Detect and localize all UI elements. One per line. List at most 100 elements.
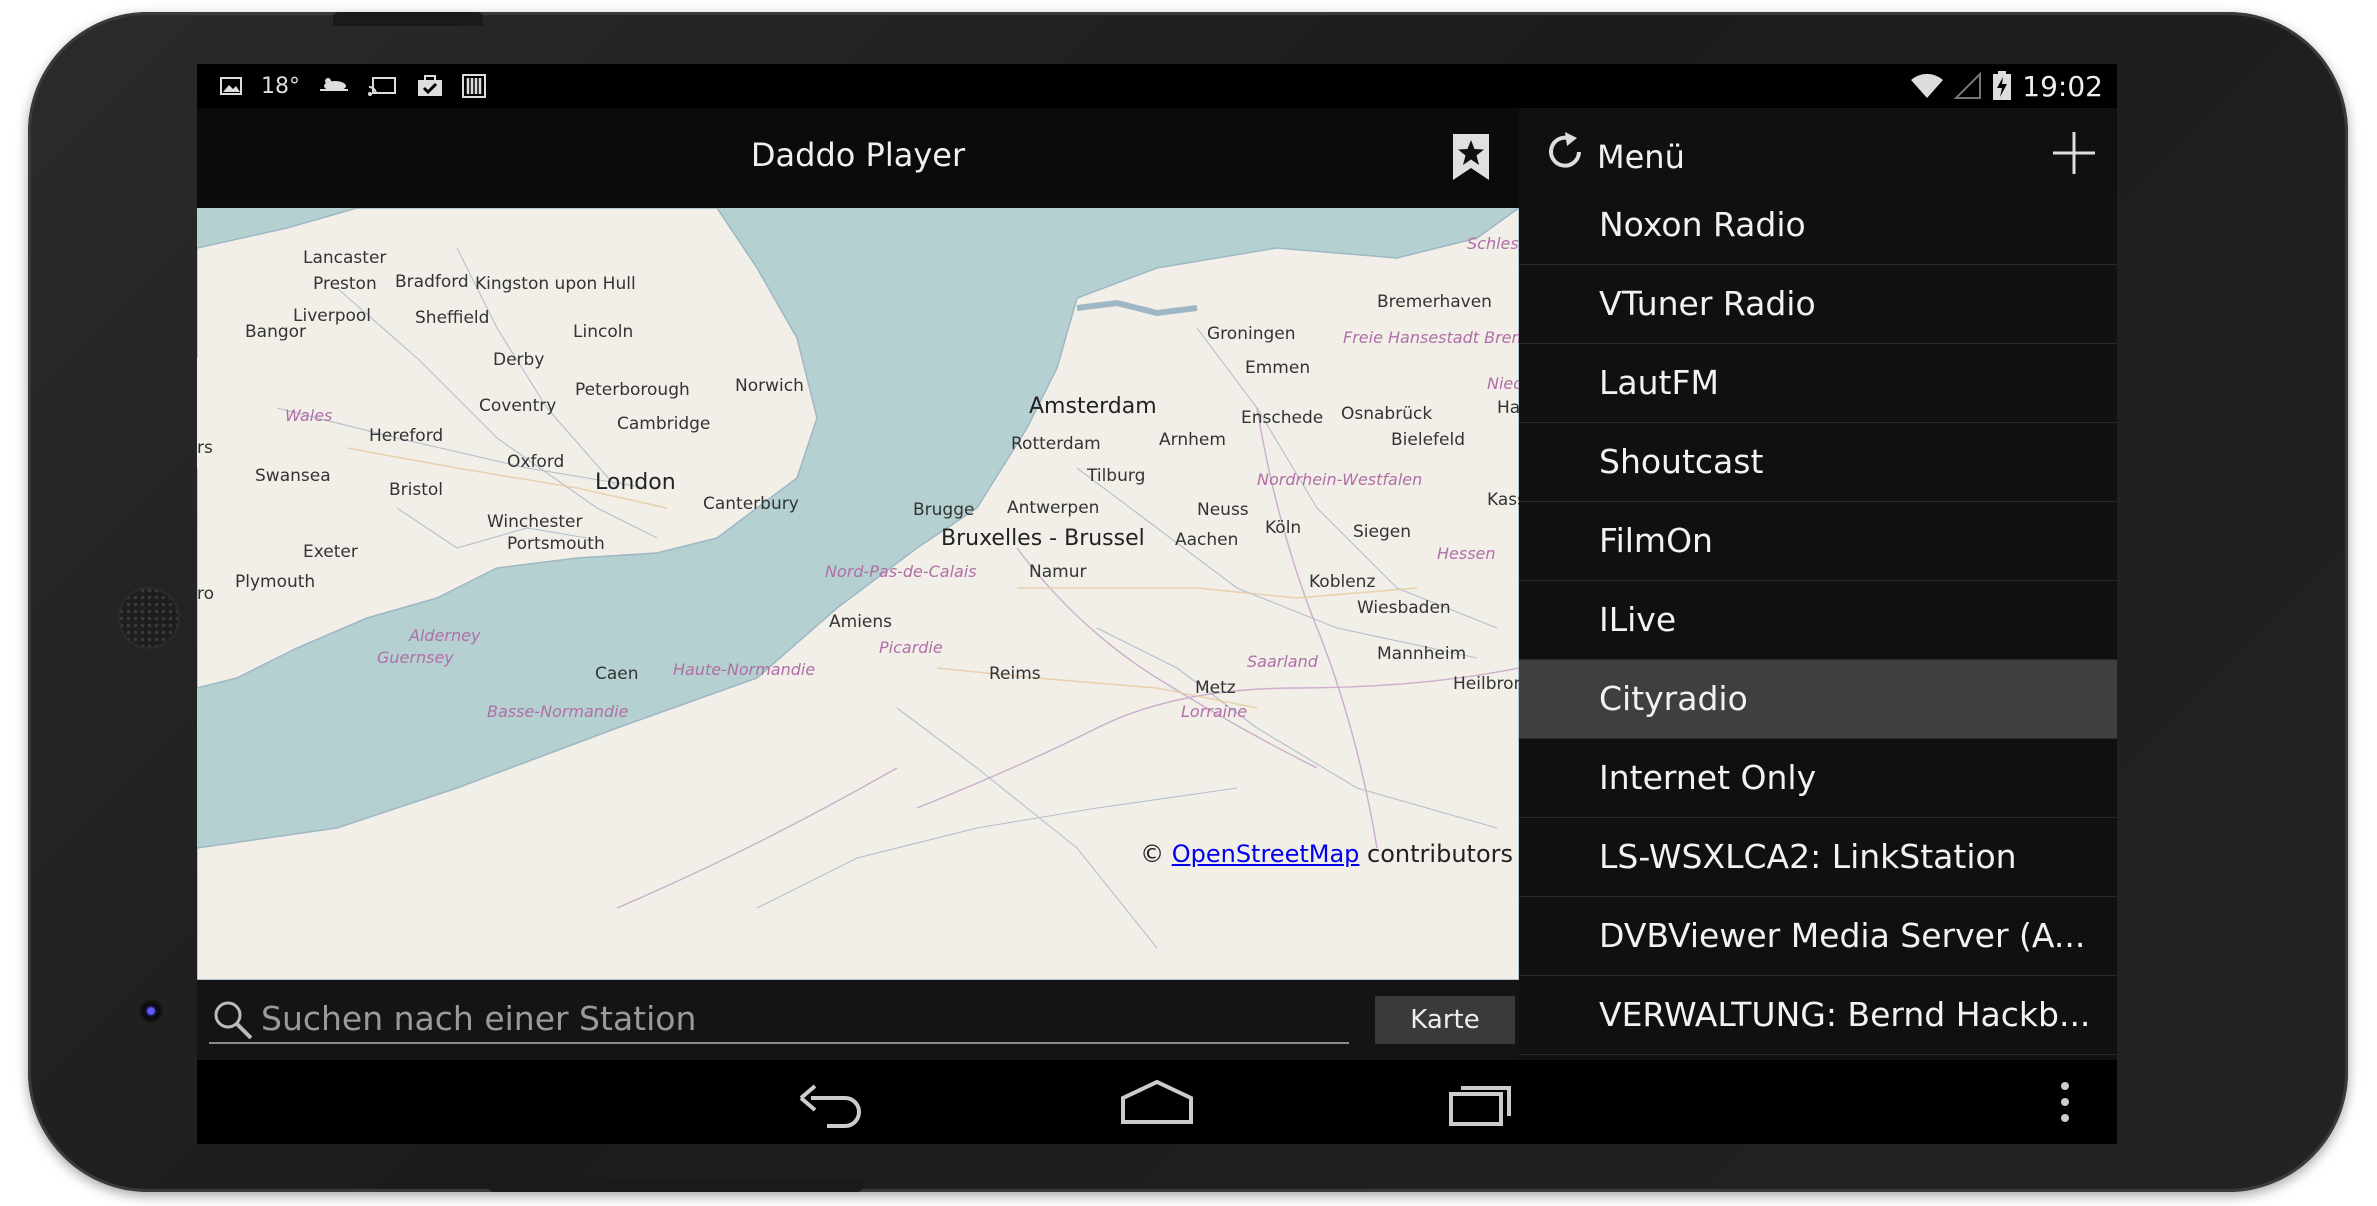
- map-label: Amsterdam: [1029, 394, 1157, 419]
- map-label: Saarland: [1247, 652, 1318, 671]
- map-label: Norwich: [735, 376, 804, 396]
- home-icon[interactable]: [1119, 1076, 1195, 1128]
- menu-drawer: Menü Noxon Radio VTuner Radio LautFM Sho…: [1519, 108, 2117, 1060]
- search-bar: Karte: [197, 980, 1519, 1060]
- overflow-menu-icon[interactable]: [2057, 1076, 2073, 1128]
- app-title-bar: Daddo Player: [197, 108, 1519, 208]
- map-label: Osnabrück: [1341, 404, 1433, 424]
- map-label: Cambridge: [617, 414, 711, 434]
- cast-icon: [368, 72, 398, 100]
- station-map[interactable]: Lancaster Preston Bradford Kingston upon…: [197, 208, 1519, 980]
- openstreetmap-link[interactable]: OpenStreetMap: [1172, 840, 1360, 868]
- map-label: Derby: [493, 350, 545, 370]
- add-icon[interactable]: [2049, 128, 2099, 178]
- map-label: Alderney: [409, 626, 481, 645]
- menu-item-cityradio[interactable]: Cityradio: [1519, 660, 2117, 739]
- map-label: Basse-Normandie: [487, 702, 629, 721]
- map-label: Neuss: [1197, 500, 1249, 520]
- map-label: Swansea: [255, 466, 331, 486]
- map-label: Bruxelles - Brussel: [941, 526, 1145, 551]
- menu-item-ilive[interactable]: ILive: [1519, 581, 2117, 660]
- menu-item-lautfm[interactable]: LautFM: [1519, 344, 2117, 423]
- map-label: Emmen: [1245, 358, 1311, 378]
- map-label: Winchester: [487, 512, 583, 532]
- map-label: Canterbury: [703, 494, 799, 514]
- clock-text: 19:02: [2022, 69, 2103, 103]
- map-label: Freie Hansestadt Brem: [1343, 328, 1519, 347]
- menu-title: Menü: [1597, 138, 1685, 176]
- map-label: London: [595, 470, 676, 495]
- front-camera: [138, 998, 164, 1024]
- menu-item-vtuner-radio[interactable]: VTuner Radio: [1519, 265, 2117, 344]
- device-screen: 18° 19:02 Daddo Player Lancaster Preston…: [197, 64, 2117, 1144]
- map-label: Reims: [989, 664, 1041, 684]
- speaker-grille: [118, 587, 180, 649]
- temperature-text: 18°: [261, 73, 300, 99]
- map-label: Köln: [1265, 518, 1302, 538]
- map-label: Tilburg: [1087, 466, 1146, 486]
- menu-item-filmon[interactable]: FilmOn: [1519, 502, 2117, 581]
- copyright-symbol: ©: [1140, 840, 1165, 868]
- status-bar: 18° 19:02: [197, 64, 2117, 108]
- menu-item-shoutcast[interactable]: Shoutcast: [1519, 423, 2117, 502]
- menu-item-noxon-radio[interactable]: Noxon Radio: [1519, 186, 2117, 265]
- map-label: Hereford: [369, 426, 444, 446]
- map-label: Bremerhaven: [1377, 292, 1492, 312]
- map-label: Bradford: [395, 272, 469, 292]
- menu-item-internet-only[interactable]: Internet Only: [1519, 739, 2117, 818]
- map-label: Namur: [1029, 562, 1087, 582]
- map-label: rs: [197, 438, 213, 458]
- map-label: Mannheim: [1377, 644, 1467, 664]
- map-label: Kass: [1487, 490, 1519, 510]
- map-label: Schles: [1467, 234, 1519, 253]
- map-label: Caen: [595, 664, 639, 684]
- bookmark-button[interactable]: [1449, 132, 1497, 184]
- map-label: Bangor: [245, 322, 307, 342]
- map-label: Arnhem: [1159, 430, 1226, 450]
- map-label: Antwerpen: [1007, 498, 1100, 518]
- map-label: Groningen: [1207, 324, 1296, 344]
- map-label: Exeter: [303, 542, 358, 562]
- map-attribution: © OpenStreetMap contributors: [1140, 840, 1513, 868]
- map-label: Siegen: [1353, 522, 1411, 542]
- station-search-input[interactable]: [259, 994, 1343, 1042]
- wifi-icon: [1910, 72, 1944, 100]
- weather-icon: [318, 72, 350, 100]
- map-label: Wiesbaden: [1357, 598, 1451, 618]
- map-label: Peterborough: [575, 380, 690, 400]
- map-label: Picardie: [879, 638, 943, 657]
- map-label: Coventry: [479, 396, 557, 416]
- volume-button: [488, 1178, 863, 1192]
- menu-item-verwaltung[interactable]: VERWALTUNG: Bernd Hackb...: [1519, 976, 2117, 1055]
- map-label: Oxford: [507, 452, 565, 472]
- menu-item-linkstation[interactable]: LS-WSXLCA2: LinkStation: [1519, 818, 2117, 897]
- map-label: Metz: [1195, 678, 1236, 698]
- navigation-bar: [197, 1060, 2117, 1144]
- map-label: Wales: [285, 406, 333, 425]
- karte-button[interactable]: Karte: [1375, 996, 1515, 1044]
- map-label: Amiens: [829, 612, 893, 632]
- map-label: Nord-Pas-de-Calais: [825, 562, 977, 581]
- refresh-icon[interactable]: [1541, 128, 1589, 176]
- map-label: Plymouth: [235, 572, 316, 592]
- app-title: Daddo Player: [750, 136, 966, 174]
- search-icon: [214, 1001, 253, 1040]
- attribution-suffix: contributors: [1367, 840, 1513, 868]
- back-icon[interactable]: [797, 1076, 867, 1128]
- menu-item-dvbviewer[interactable]: DVBViewer Media Server (A...: [1519, 897, 2117, 976]
- map-label: Brugge: [913, 500, 975, 520]
- map-label: Enschede: [1241, 408, 1324, 428]
- menu-list: Noxon Radio VTuner Radio LautFM Shoutcas…: [1519, 186, 2117, 1055]
- map-label: Portsmouth: [507, 534, 605, 554]
- signal-icon: [1954, 72, 1982, 100]
- map-label: Kingston upon Hull: [475, 274, 636, 294]
- map-label: Ha: [1497, 398, 1519, 418]
- map-label: Lincoln: [573, 322, 634, 342]
- barcode-icon: [462, 72, 486, 100]
- map-label: Bristol: [389, 480, 444, 500]
- recent-apps-icon[interactable]: [1447, 1076, 1517, 1128]
- briefcase-icon: [416, 72, 444, 100]
- map-label: Nied: [1487, 374, 1519, 393]
- map-label: Lancaster: [303, 248, 387, 268]
- map-label: Lorraine: [1181, 702, 1248, 721]
